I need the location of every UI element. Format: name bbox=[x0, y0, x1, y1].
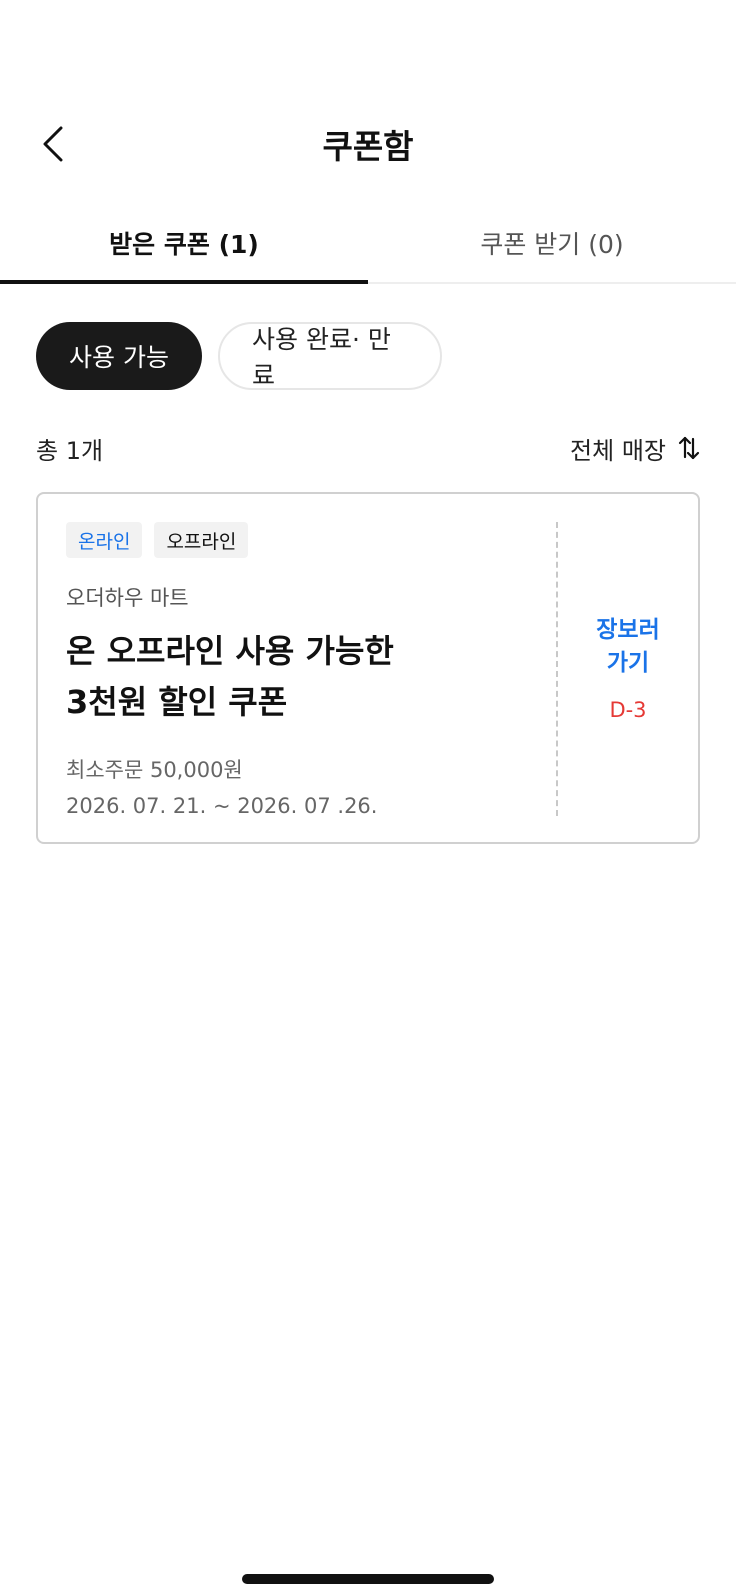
filter-chips: 사용 가능 사용 완료· 만료 bbox=[36, 322, 442, 390]
dday-badge: D-3 bbox=[609, 698, 647, 722]
tab-get-coupons[interactable]: 쿠폰 받기 (0) bbox=[368, 210, 736, 282]
store-filter-button[interactable]: 전체 매장 bbox=[570, 431, 700, 466]
coupon-info: 온라인 오프라인 오더하우 마트 온 오프라인 사용 가능한 3천원 할인 쿠폰… bbox=[66, 522, 566, 824]
header: 쿠폰함 bbox=[0, 100, 736, 188]
tag-offline: 오프라인 bbox=[154, 522, 249, 558]
coupon-period: 2026. 07. 21. ~ 2026. 07 .26. bbox=[66, 794, 378, 818]
page-title: 쿠폰함 bbox=[322, 127, 414, 166]
coupon-tags: 온라인 오프라인 bbox=[66, 522, 566, 558]
coupon-title: 온 오프라인 사용 가능한 3천원 할인 쿠폰 bbox=[66, 626, 566, 728]
go-shopping-button[interactable]: 장보러 가기 bbox=[596, 614, 659, 680]
app-screen: 쿠폰함 받은 쿠폰 (1) 쿠폰 받기 (0) 사용 가능 사용 완료· 만료 … bbox=[0, 0, 736, 1596]
coupon-title-line2: 3천원 할인 쿠폰 bbox=[66, 683, 288, 721]
coupon-min-order: 최소주문 50,000원 bbox=[66, 758, 243, 782]
coupon-card[interactable]: 온라인 오프라인 오더하우 마트 온 오프라인 사용 가능한 3천원 할인 쿠폰… bbox=[36, 492, 700, 844]
coupon-title-line1: 온 오프라인 사용 가능한 bbox=[66, 632, 394, 670]
tag-online: 온라인 bbox=[66, 522, 143, 558]
sort-arrows-icon bbox=[678, 436, 700, 460]
summary-row: 총 1개 전체 매장 bbox=[36, 428, 700, 468]
coupon-store-name: 오더하우 마트 bbox=[66, 586, 189, 610]
filter-used-expired-chip[interactable]: 사용 완료· 만료 bbox=[218, 322, 442, 390]
store-filter-label: 전체 매장 bbox=[570, 436, 666, 465]
tab-bar: 받은 쿠폰 (1) 쿠폰 받기 (0) bbox=[0, 210, 736, 284]
home-indicator bbox=[242, 1574, 494, 1584]
filter-available-chip[interactable]: 사용 가능 bbox=[36, 322, 202, 390]
go-shopping-label-line2: 가기 bbox=[606, 650, 650, 676]
tab-received-coupons[interactable]: 받은 쿠폰 (1) bbox=[0, 210, 368, 284]
go-shopping-label-line1: 장보러 bbox=[596, 617, 660, 643]
coupon-action-area: 장보러 가기 D-3 bbox=[558, 494, 698, 842]
total-count: 총 1개 bbox=[36, 436, 104, 465]
